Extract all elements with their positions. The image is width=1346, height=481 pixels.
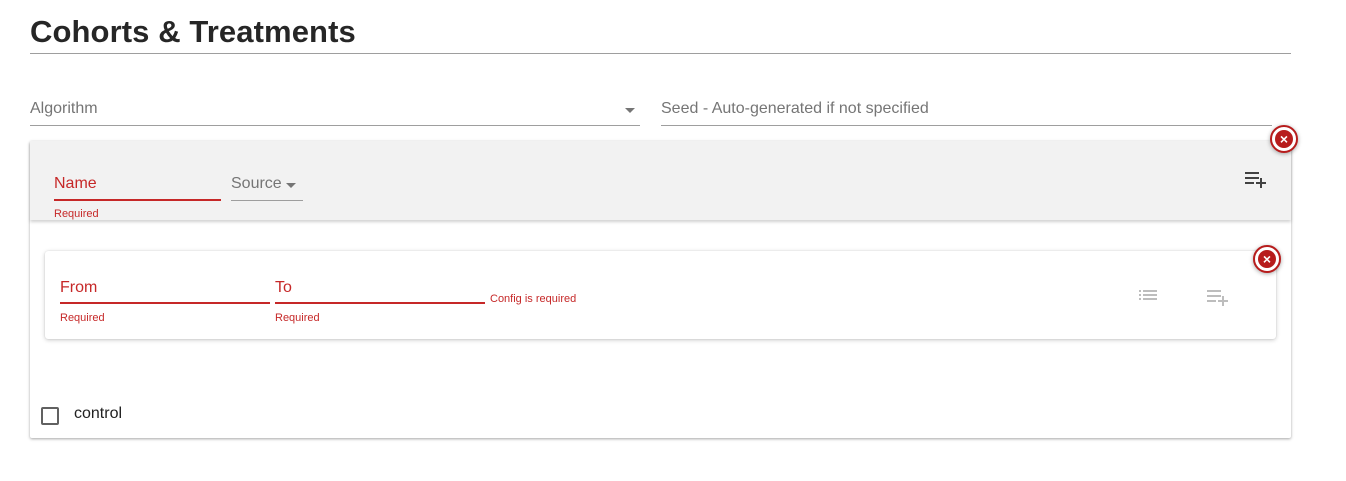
from-error: Required <box>60 312 105 324</box>
algorithm-label: Algorithm <box>30 100 98 117</box>
title-divider <box>30 53 1291 54</box>
control-checkbox[interactable] <box>41 407 59 425</box>
source-caret-icon <box>286 183 296 188</box>
seed-underline <box>661 125 1272 126</box>
close-circle-icon: × <box>1258 250 1276 268</box>
remove-treatment-button[interactable]: × <box>1253 245 1281 273</box>
from-label: From <box>60 279 98 296</box>
to-underline <box>275 302 485 304</box>
add-treatment-icon[interactable] <box>1243 169 1267 189</box>
from-underline <box>60 302 270 304</box>
to-label: To <box>275 279 292 296</box>
config-error: Config is required <box>490 293 577 305</box>
page-title: Cohorts & Treatments <box>30 14 356 49</box>
remove-cohort-button[interactable]: × <box>1270 125 1298 153</box>
control-label: control <box>74 405 123 422</box>
cohort-name-error: Required <box>54 208 99 220</box>
seed-placeholder: Seed - Auto-generated if not specified <box>661 100 929 117</box>
list-icon[interactable] <box>1137 287 1161 307</box>
cohort-name-underline <box>54 199 221 201</box>
caret-down-icon <box>625 108 635 113</box>
cohort-header: Name Required Source <box>30 141 1291 220</box>
algorithm-underline <box>30 125 640 126</box>
treatment-card: From Required To Required Config is requ… <box>45 251 1276 339</box>
close-circle-icon: × <box>1275 130 1293 148</box>
source-underline <box>231 200 303 201</box>
cohort-card: Name Required Source From Required To Re… <box>30 141 1291 438</box>
cohort-name-label: Name <box>54 175 97 192</box>
to-error: Required <box>275 312 320 324</box>
source-label: Source <box>231 175 282 192</box>
playlist-add-icon[interactable] <box>1205 287 1229 307</box>
